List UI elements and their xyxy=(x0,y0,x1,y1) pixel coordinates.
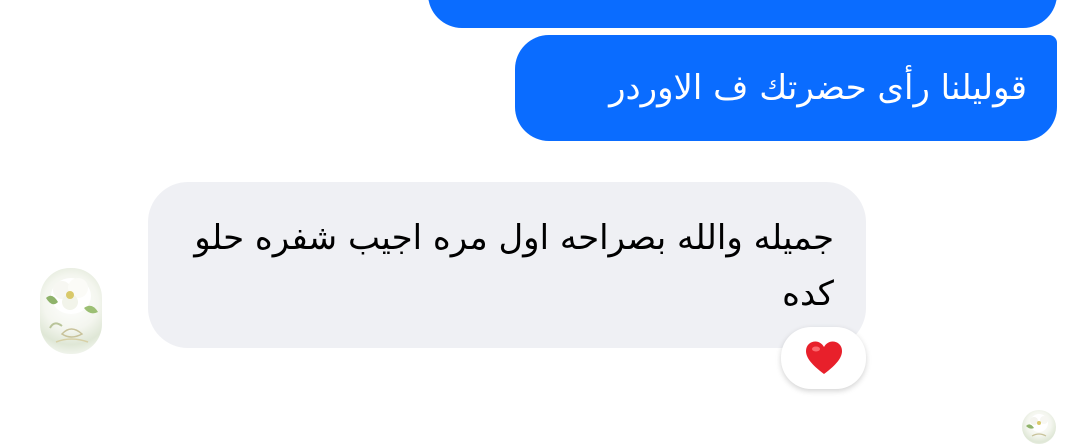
seen-avatar xyxy=(1022,410,1056,444)
heart-icon xyxy=(805,341,842,374)
message-reaction[interactable] xyxy=(781,327,866,389)
sent-message-bubble[interactable]: قوليلنا رأى حضرتك ف الاوردر xyxy=(515,35,1057,141)
received-message-bubble[interactable]: جميله والله بصراحه اول مره اجيب شفره حلو… xyxy=(148,182,866,348)
contact-avatar[interactable] xyxy=(40,268,102,354)
received-message-text: جميله والله بصراحه اول مره اجيب شفره حلو… xyxy=(194,218,834,314)
chat-thread: قوليلنا رأى حضرتك ف الاوردر جميله والله … xyxy=(0,0,1080,445)
seen-flower-icon xyxy=(1026,414,1048,437)
sent-message-text: قوليلنا رأى حضرتك ف الاوردر xyxy=(609,68,1027,108)
sent-message-bubble-previous[interactable] xyxy=(428,0,1057,28)
flower-avatar-image xyxy=(46,278,98,343)
